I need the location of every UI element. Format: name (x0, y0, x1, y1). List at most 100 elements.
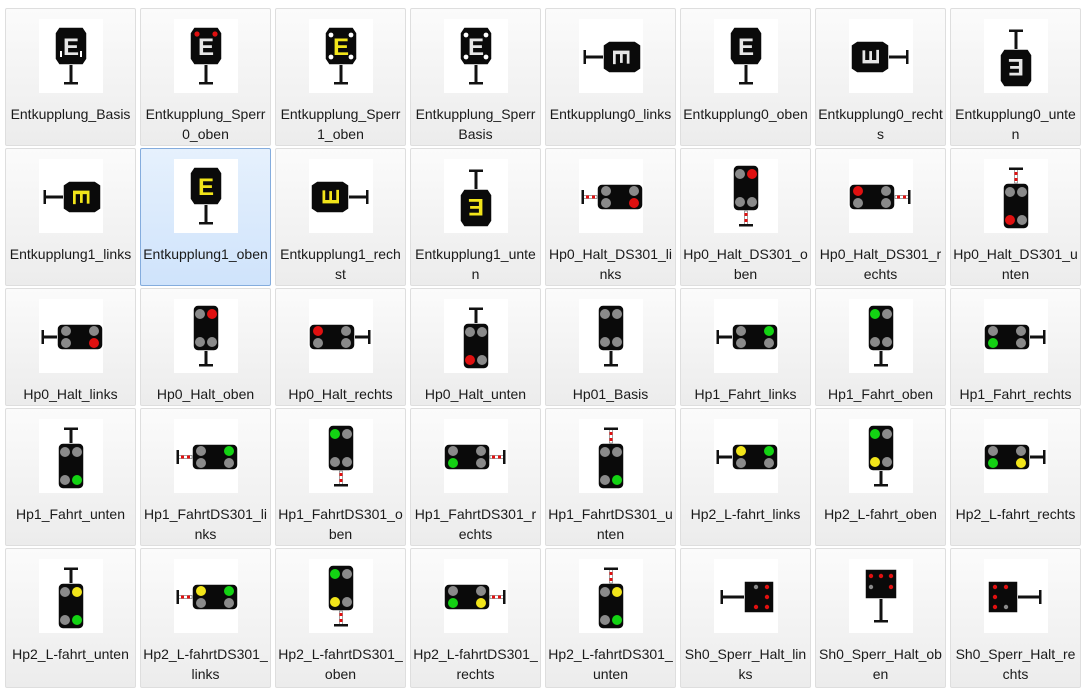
uncoupling-signal-icon: E (309, 19, 373, 93)
signal-icon-tile[interactable]: Hp2_L-fahrtDS301_oben (275, 548, 406, 688)
light-signal-icon (714, 419, 779, 493)
tile-label: Hp2_L-fahrtDS301_rechts (413, 646, 538, 682)
shunting-signal-icon (849, 559, 913, 633)
signal-icon-tile[interactable]: Hp1_FahrtDS301_unten (545, 408, 676, 546)
signal-icon-tile[interactable]: Hp0_Halt_DS301_unten (950, 148, 1081, 286)
signal-icon-tile[interactable]: E Entkupplung_SperrBasis (410, 8, 541, 146)
signal-icon-tile[interactable]: Hp0_Halt_oben (140, 288, 271, 406)
signal-icon-tile[interactable]: Hp2_L-fahrt_oben (815, 408, 946, 546)
tile-label: Hp1_FahrtDS301_unten (548, 506, 673, 542)
signal-icon-tile[interactable]: E Entkupplung0_links (545, 8, 676, 146)
light-signal-icon (174, 559, 239, 633)
signal-icon-tile[interactable]: Hp2_L-fahrtDS301_unten (545, 548, 676, 688)
tile-label: Hp01_Basis (572, 386, 649, 402)
tile-label: Hp2_L-fahrt_unten (12, 646, 129, 662)
signal-icon-tile[interactable]: Hp0_Halt_unten (410, 288, 541, 406)
tile-label: Hp0_Halt_DS301_rechts (819, 246, 942, 282)
signal-icon-tile[interactable]: Hp2_L-fahrt_links (680, 408, 811, 546)
signal-icon-tile[interactable]: Sh0_Sperr_Halt_oben (815, 548, 946, 688)
tile-label: Hp2_L-fahrtDS301_unten (548, 646, 673, 682)
signal-icon-tile[interactable]: Hp1_FahrtDS301_rechts (410, 408, 541, 546)
svg-text:E: E (333, 34, 349, 61)
signal-icon-tile[interactable]: E Entkupplung_Basis (5, 8, 136, 146)
tile-label: Entkupplung_Sperr1_oben (280, 106, 401, 142)
light-signal-icon (39, 419, 103, 493)
signal-icon-tile[interactable]: Hp1_FahrtDS301_links (140, 408, 271, 546)
uncoupling-signal-icon: E (984, 19, 1048, 93)
signal-icon-tile[interactable]: E Entkupplung0_unten (950, 8, 1081, 146)
light-signal-icon (174, 299, 238, 373)
signal-icon-tile[interactable]: Hp1_Fahrt_oben (815, 288, 946, 406)
signal-icon-tile[interactable]: Hp0_Halt_rechts (275, 288, 406, 406)
tile-label: Entkupplung0_links (549, 106, 672, 122)
tile-label: Hp0_Halt_DS301_links (549, 246, 672, 282)
signal-icon-tile[interactable]: Hp0_Halt_DS301_links (545, 148, 676, 286)
light-signal-icon (443, 419, 508, 493)
signal-icon-tile[interactable]: Hp1_FahrtDS301_oben (275, 408, 406, 546)
tile-label: Hp0_Halt_DS301_unten (953, 246, 1078, 282)
signal-icon-tile[interactable]: Sh0_Sperr_Halt_links (680, 548, 811, 688)
signal-icon-tile[interactable]: Hp0_Halt_links (5, 288, 136, 406)
tile-label: Entkupplung1_unten (415, 246, 536, 282)
tile-label: Hp2_L-fahrt_rechts (955, 506, 1076, 522)
svg-text:E: E (198, 34, 214, 61)
tile-label: Entkupplung_Basis (10, 106, 131, 122)
signal-icon-tile[interactable]: Hp1_Fahrt_unten (5, 408, 136, 546)
signal-icon-tile[interactable]: Hp01_Basis (545, 288, 676, 406)
svg-text:E: E (607, 49, 634, 65)
tile-label: Entkupplung0_oben (683, 106, 808, 122)
light-signal-icon (983, 299, 1048, 373)
tile-label: Entkupplung1_oben (143, 246, 268, 262)
light-signal-icon (308, 299, 373, 373)
signal-icon-tile[interactable]: Hp2_L-fahrt_rechts (950, 408, 1081, 546)
tile-label: Entkupplung0_unten (955, 106, 1076, 142)
light-signal-icon (309, 559, 373, 633)
tile-label: Hp0_Halt_unten (424, 386, 527, 402)
uncoupling-signal-icon: E (444, 159, 508, 233)
signal-icon-tile[interactable]: Hp1_Fahrt_rechts (950, 288, 1081, 406)
tile-label: Hp1_FahrtDS301_rechts (414, 506, 537, 542)
signal-icon-tile[interactable]: E Entkupplung_Sperr1_oben (275, 8, 406, 146)
signal-icon-tile[interactable]: Hp2_L-fahrtDS301_links (140, 548, 271, 688)
signal-icon-tile[interactable]: Hp0_Halt_DS301_rechts (815, 148, 946, 286)
tile-label: Hp0_Halt_rechts (288, 386, 393, 402)
signal-icon-tile[interactable]: E Entkupplung0_rechts (815, 8, 946, 146)
light-signal-icon (444, 299, 508, 373)
tile-label: Hp1_Fahrt_rechts (959, 386, 1072, 402)
light-signal-icon (984, 159, 1048, 233)
signal-icon-tile[interactable]: Hp2_L-fahrt_unten (5, 548, 136, 688)
uncoupling-signal-icon: E (39, 159, 103, 233)
signal-icon-tile[interactable]: E Entkupplung1_rechst (275, 148, 406, 286)
uncoupling-signal-icon: E (579, 19, 643, 93)
signal-icon-tile[interactable]: Sh0_Sperr_Halt_rechts (950, 548, 1081, 688)
light-signal-icon (579, 559, 643, 633)
light-signal-icon (39, 559, 103, 633)
light-signal-icon (848, 159, 913, 233)
tile-label: Sh0_Sperr_Halt_links (684, 646, 807, 682)
svg-text:E: E (198, 174, 214, 201)
light-signal-icon (309, 419, 373, 493)
signal-icon-tile[interactable]: Hp0_Halt_DS301_oben (680, 148, 811, 286)
light-signal-icon (983, 419, 1048, 493)
signal-icon-tile[interactable]: E Entkupplung1_links (5, 148, 136, 286)
signal-icon-tile[interactable]: E Entkupplung0_oben (680, 8, 811, 146)
uncoupling-signal-icon: E (714, 19, 778, 93)
tile-label: Entkupplung1_rechst (280, 246, 401, 282)
tile-label: Hp2_L-fahrtDS301_oben (278, 646, 403, 682)
light-signal-icon (849, 299, 913, 373)
shunting-signal-icon (714, 559, 778, 633)
svg-text:E: E (858, 49, 885, 65)
signal-icon-tile[interactable]: E Entkupplung1_oben (140, 148, 271, 286)
svg-text:E: E (63, 34, 79, 61)
icon-grid: E Entkupplung_Basis E Entkupplung_Sperr0_ob… (0, 0, 1087, 692)
signal-icon-tile[interactable]: Hp2_L-fahrtDS301_rechts (410, 548, 541, 688)
svg-text:E: E (318, 189, 345, 205)
signal-icon-tile[interactable]: Hp1_Fahrt_links (680, 288, 811, 406)
uncoupling-signal-icon: E (849, 19, 913, 93)
tile-label: Hp1_FahrtDS301_links (144, 506, 267, 542)
svg-text:E: E (67, 189, 94, 205)
uncoupling-signal-icon: E (309, 159, 373, 233)
signal-icon-tile[interactable]: E Entkupplung1_unten (410, 148, 541, 286)
signal-icon-tile[interactable]: E Entkupplung_Sperr0_oben (140, 8, 271, 146)
uncoupling-signal-icon: E (39, 19, 103, 93)
